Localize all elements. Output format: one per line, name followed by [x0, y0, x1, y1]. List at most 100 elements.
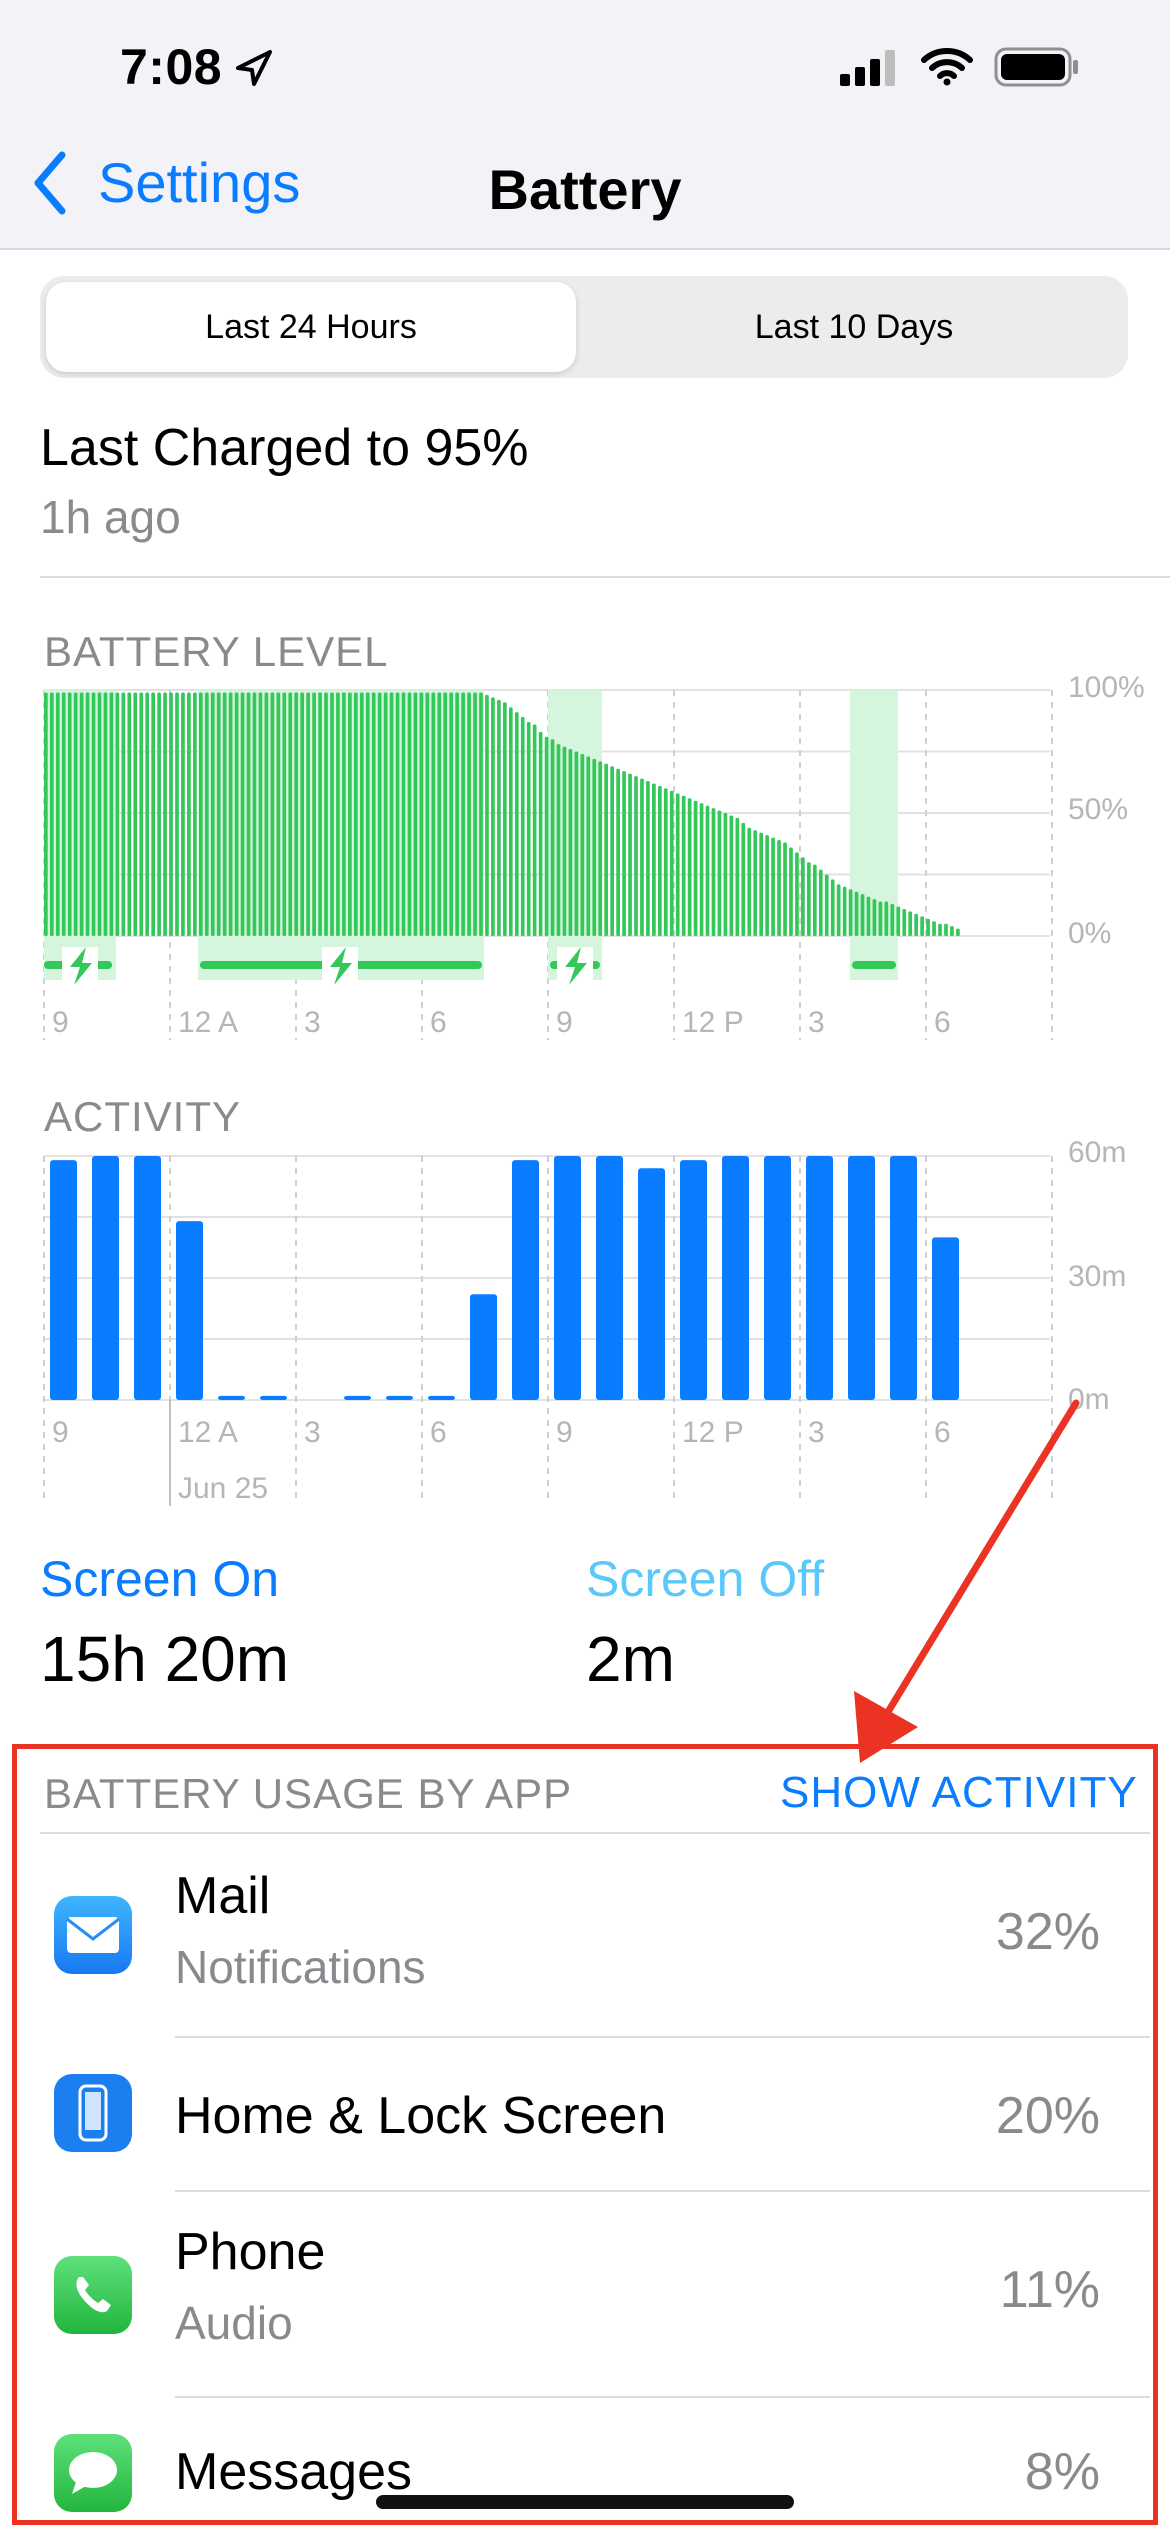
battery-bar [181, 692, 185, 936]
battery-bar [914, 913, 919, 936]
tab-last-10-days[interactable]: Last 10 Days [586, 282, 1122, 372]
battery-bar [604, 763, 609, 936]
battery-bar [580, 753, 585, 936]
battery-bar [288, 692, 293, 936]
battery-bar [616, 768, 620, 936]
battery-bar [765, 835, 769, 936]
battery-x-tick: 12 P [682, 1006, 744, 1039]
battery-bar [49, 692, 54, 936]
battery-x-tick: 6 [430, 1006, 447, 1039]
battery-bar [687, 798, 692, 936]
battery-bar [938, 923, 942, 936]
battery-bar [717, 810, 722, 936]
battery-bar [550, 739, 555, 936]
battery-bar [657, 785, 662, 936]
battery-bar [538, 731, 543, 936]
activity-bar [722, 1156, 749, 1400]
charging-band [850, 690, 898, 980]
battery-bar [336, 692, 340, 936]
battery-bar [568, 749, 573, 936]
battery-bar [860, 894, 865, 936]
battery-bar [312, 692, 316, 936]
battery-bar [878, 901, 883, 936]
activity-x-tick: 12 P [682, 1416, 744, 1449]
battery-bar [151, 692, 155, 936]
activity-bar [260, 1395, 287, 1400]
battery-bar [73, 692, 78, 936]
battery-bar [169, 692, 173, 936]
battery-x-tick: 6 [934, 1006, 951, 1039]
battery-bar [270, 692, 275, 936]
battery-bar [735, 817, 740, 936]
battery-bar [926, 918, 930, 936]
battery-bar [950, 926, 954, 936]
battery-bar [663, 788, 668, 936]
battery-bar [377, 692, 382, 936]
battery-bar [318, 692, 322, 936]
battery-bar [699, 803, 704, 936]
battery-bar [902, 908, 907, 936]
status-time: 7:08 [120, 39, 223, 95]
battery-bar [956, 928, 960, 936]
battery-bar [824, 874, 829, 936]
battery-bar [675, 793, 680, 936]
battery-bar [79, 692, 84, 936]
highlight-box [12, 1744, 1158, 2525]
battery-level-label: BATTERY LEVEL [44, 628, 389, 675]
battery-bar [306, 692, 310, 936]
activity-bar [428, 1395, 455, 1400]
battery-bar [812, 864, 817, 936]
battery-x-tick: 3 [808, 1006, 825, 1039]
battery-bar [944, 923, 948, 936]
activity-bar [512, 1160, 539, 1400]
battery-bar [544, 736, 549, 936]
battery-bar [842, 886, 847, 936]
battery-bar [503, 702, 507, 936]
battery-bar [693, 800, 698, 936]
battery-bar [520, 717, 525, 936]
battery-bar [586, 756, 591, 936]
battery-bar [97, 692, 102, 936]
battery-bar [640, 778, 644, 936]
last-charged-title: Last Charged to 95% [40, 419, 529, 477]
activity-bar [386, 1395, 413, 1400]
battery-bar [866, 896, 871, 936]
battery-bar [145, 692, 150, 936]
battery-bar [371, 692, 376, 936]
signal-icon [840, 50, 895, 86]
activity-bar [680, 1160, 707, 1400]
battery-bar [801, 857, 805, 936]
activity-label: ACTIVITY [44, 1093, 242, 1140]
battery-bar [383, 692, 388, 936]
activity-x-tick: 3 [304, 1416, 321, 1449]
battery-bar [783, 842, 787, 936]
battery-bar [514, 712, 519, 936]
activity-bar [470, 1294, 497, 1400]
battery-bar [526, 721, 531, 936]
activity-bar [806, 1156, 833, 1400]
battery-bar [330, 692, 334, 936]
activity-bar [638, 1168, 665, 1400]
activity-bar [218, 1395, 245, 1400]
battery-bar [669, 790, 674, 936]
battery-bar [389, 692, 394, 936]
last-charged-subtitle: 1h ago [40, 491, 181, 543]
battery-bar [300, 692, 305, 936]
battery-bar [61, 692, 66, 936]
battery-bar [491, 697, 495, 936]
battery-bar [55, 692, 60, 936]
battery-bar [920, 916, 924, 936]
battery-bar [437, 692, 442, 936]
battery-bar [479, 692, 483, 936]
screen-on-value: 15h 20m [40, 1623, 290, 1695]
battery-bar [109, 692, 114, 936]
battery-bar [848, 889, 853, 936]
battery-bar [759, 832, 764, 936]
battery-y-tick: 50% [1068, 793, 1129, 826]
battery-bar [121, 692, 126, 936]
tab-last-24-hours[interactable]: Last 24 Hours [46, 282, 576, 372]
battery-bar [175, 692, 179, 936]
battery-bar [741, 822, 746, 936]
battery-bar [282, 692, 287, 936]
battery-bar [807, 862, 811, 936]
